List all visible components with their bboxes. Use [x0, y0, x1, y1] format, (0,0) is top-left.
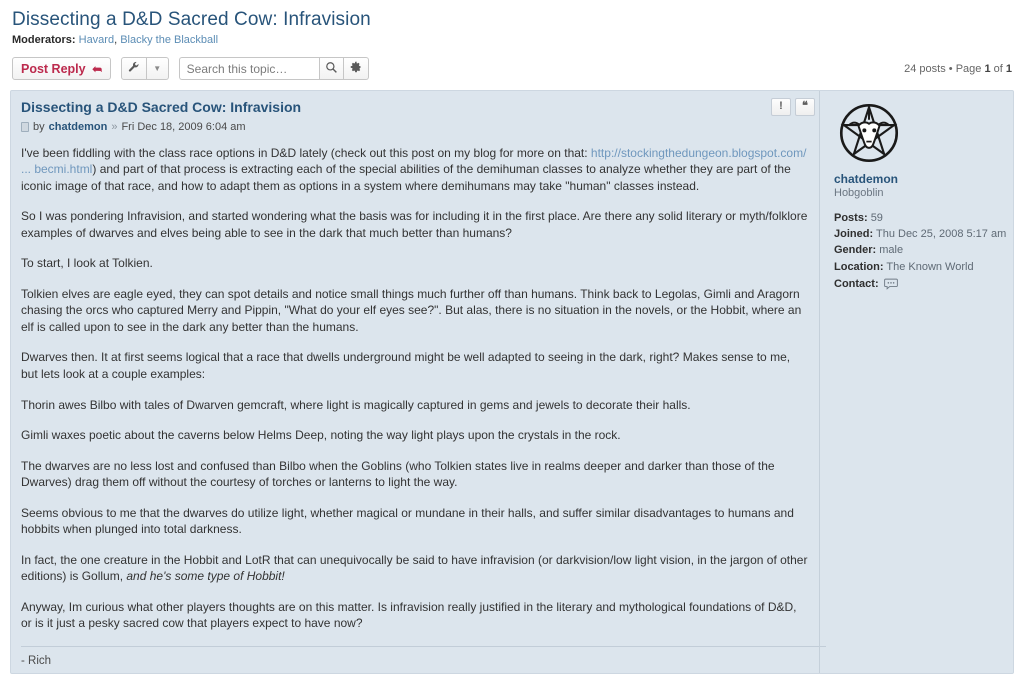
post-subject: Dissecting a D&D Sacred Cow: Infravision [21, 98, 302, 115]
profile-field-gender: Gender: male [834, 242, 1003, 258]
pagination-separator: • [948, 62, 956, 75]
wrench-icon-button[interactable] [120, 57, 147, 81]
chevron-down-icon: ▼ [153, 64, 162, 74]
profile-field-value: male [879, 244, 904, 257]
profile-rank: Hobgoblin [834, 186, 884, 199]
post-reply-button[interactable]: Post Reply ➦ [12, 57, 111, 81]
paragraph-text-pre: I've been fiddling with the class race o… [21, 145, 591, 160]
profile-username[interactable]: chatdemon [834, 172, 1003, 186]
post-signature: - Rich [21, 655, 52, 668]
gear-icon [350, 61, 362, 76]
profile-field-joined: Joined: Thu Dec 25, 2008 5:17 am [834, 226, 1007, 242]
profile-contact-row: Contact: [834, 278, 1003, 290]
profile-field-label: Gender: [834, 244, 877, 257]
byline-separator: » [111, 120, 118, 133]
post-reply-label: Post Reply [21, 61, 86, 76]
author-profile-panel: chatdemon Hobgoblin Posts: 59 Joined: Th… [819, 90, 1013, 673]
post-author-link[interactable]: chatdemon [49, 121, 108, 133]
post-paragraph: In fact, the one creature in the Hobbit … [21, 552, 809, 585]
magnifier-icon [325, 61, 338, 77]
paragraph-text-post: ) and part of that process is extracting… [21, 162, 791, 193]
byline-by-label: by [33, 120, 45, 133]
profile-field-value: 59 [870, 211, 883, 224]
search-topic-group [178, 57, 369, 81]
profile-fields: Posts: 59 Joined: Thu Dec 25, 2008 5:17 … [834, 210, 1007, 290]
post-paragraph: So I was pondering Infravision, and star… [21, 209, 808, 240]
page-header: Dissecting a D&D Sacred Cow: Infravision… [0, 0, 1024, 46]
paragraph-emphasis: and he's some type of Hobbit! [126, 569, 285, 584]
search-input[interactable] [178, 57, 319, 81]
post-paragraph: Dwarves then. It at first seems logical … [21, 350, 791, 382]
topic-tools-dropdown-button[interactable]: ▼ [146, 57, 169, 81]
post-paragraph: To start, I look at Tolkien. [21, 256, 153, 271]
post-paragraph: Thorin awes Bilbo with tales of Dwarven … [21, 397, 691, 412]
profile-field-value: The Known World [886, 260, 974, 273]
profile-contact-label: Contact: [834, 277, 879, 290]
post-paragraph: Gimli waxes poetic about the caverns bel… [21, 428, 621, 443]
moderators-line: Moderators: Havard, Blacky the Blackball [12, 34, 1012, 46]
exclamation-icon: ! [779, 100, 783, 113]
moderator-link-havard[interactable]: Havard [79, 34, 114, 46]
moderator-link-blacky[interactable]: Blacky the Blackball [120, 34, 218, 46]
post-paragraph: Seems obvious to me that the dwarves do … [21, 505, 794, 537]
avatar[interactable] [836, 100, 902, 166]
post-paragraph: The dwarves are no less lost and confuse… [21, 458, 775, 490]
post-container: ! ❝ Dissecting a D&D Sacred Cow: Infravi… [10, 89, 1014, 674]
report-post-button[interactable]: ! [771, 97, 791, 116]
post-paragraph: Anyway, Im curious what other players th… [21, 599, 797, 631]
post-action-buttons: ! ❝ [771, 97, 815, 116]
post-byline: by chatdemon » Fri Dec 18, 2009 6:04 am [21, 121, 809, 133]
pagination-posts-count: 24 posts [904, 62, 946, 75]
private-message-icon[interactable] [883, 278, 898, 290]
wrench-icon [128, 61, 140, 76]
quote-icon: ❝ [802, 100, 808, 113]
search-options-button[interactable] [343, 57, 369, 81]
profile-field-label: Location: [834, 260, 884, 273]
search-submit-button[interactable] [318, 57, 344, 81]
profile-field-label: Joined: [834, 228, 874, 241]
action-bar: Post Reply ➦ ▼ Search this topic… 24 pos… [0, 46, 1024, 90]
post-date: Fri Dec 18, 2009 6:04 am [121, 120, 246, 133]
profile-field-value: Thu Dec 25, 2008 5:17 am [875, 228, 1007, 241]
profile-field-label: Posts: [834, 211, 868, 224]
reply-arrow-icon: ➦ [91, 61, 102, 76]
quote-post-button[interactable]: ❝ [795, 97, 815, 116]
post-body: I've been fiddling with the class race o… [21, 145, 826, 668]
page-title: Dissecting a D&D Sacred Cow: Infravision [12, 9, 371, 30]
pagination-page-indicator: Page 1 of 1 [955, 62, 1012, 75]
signature-divider [21, 646, 826, 648]
pagination-summary: 24 posts • Page 1 of 1 [904, 63, 1012, 75]
moderators-label: Moderators: [12, 33, 76, 46]
post-paragraph: Tolkien elves are eagle eyed, they can s… [21, 286, 802, 334]
profile-field-posts: Posts: 59 [834, 210, 1003, 226]
post-content: Dissecting a D&D Sacred Cow: Infravision… [11, 91, 826, 673]
topic-tools-group: ▼ [120, 57, 169, 81]
profile-field-location: Location: The Known World [834, 259, 1003, 275]
post-page-icon [21, 121, 29, 132]
post-paragraph: I've been fiddling with the class race o… [21, 145, 809, 195]
